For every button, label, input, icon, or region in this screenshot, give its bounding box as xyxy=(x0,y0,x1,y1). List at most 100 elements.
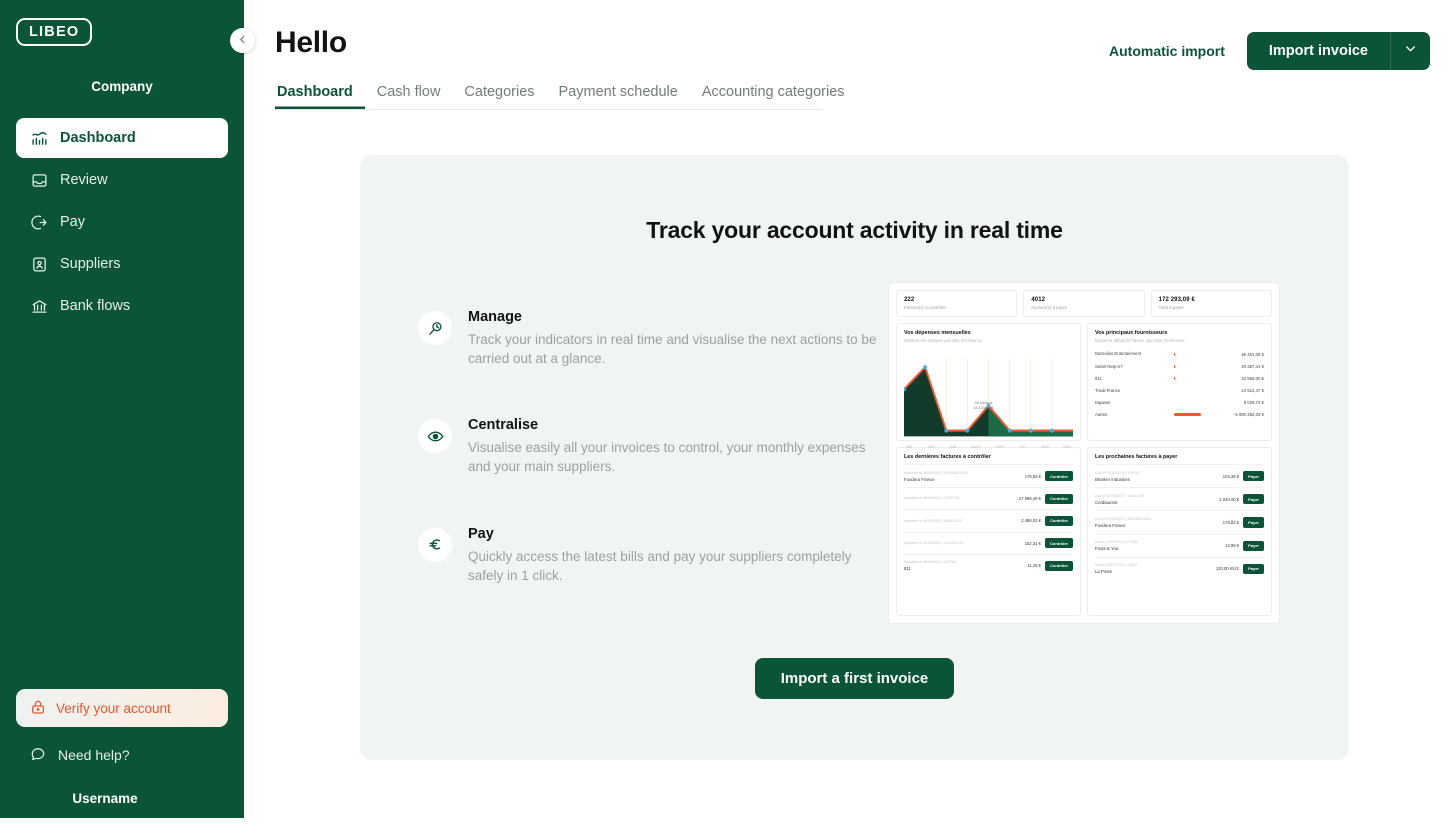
sidebar-item-dashboard[interactable]: Dashboard xyxy=(16,118,228,158)
feature-desc: Quickly access the latest bills and pay … xyxy=(468,548,852,583)
supplier-row: Selart Netp-n7 40 387,41 € xyxy=(1095,360,1264,372)
invoice-meta: Due le 11/07/2020 | C1383 Fruits & You xyxy=(1095,540,1221,551)
feature-title: Pay xyxy=(468,525,494,542)
sidebar-item-label: Review xyxy=(60,172,108,188)
supplier-bar xyxy=(1174,352,1201,356)
logo-wrap: LIBEO xyxy=(0,0,244,46)
invoice-meta: Importée le 06/08/2021 | 1014417191 xyxy=(904,541,1021,546)
invoice-amount: 104,35 € xyxy=(1222,473,1240,479)
sidebar-item-label: Bank flows xyxy=(60,298,131,314)
stat-value: 172 293,09 € xyxy=(1158,297,1195,303)
invoice-ref: Due le 10/12/2019 | 174709 xyxy=(1095,470,1140,475)
arrow-exit-icon xyxy=(30,213,48,231)
x-tick: AOÛT xyxy=(971,445,981,449)
invoice-meta: Due le 07/06/2019 | 987846521441 Foodera… xyxy=(1095,517,1219,528)
table-title: Les dernières factures à contrôler xyxy=(904,454,991,460)
supplier-name: Kapwee xyxy=(1095,399,1111,405)
control-button[interactable]: Contrôler xyxy=(1045,560,1073,571)
need-help-label: Need help? xyxy=(58,747,130,763)
sidebar-item-review[interactable]: Review xyxy=(16,160,228,200)
username-label[interactable]: Username xyxy=(0,791,244,806)
euro-icon xyxy=(418,527,452,562)
supplier-bar xyxy=(1174,389,1201,392)
control-button[interactable]: Contrôler xyxy=(1045,538,1073,549)
tab-accounting-categories[interactable]: Accounting categories xyxy=(690,84,857,109)
sidebar-collapse-button[interactable] xyxy=(230,28,255,53)
suppliers-title: Vos principaux fournisseurs xyxy=(1095,330,1168,336)
sidebar-item-suppliers[interactable]: Suppliers xyxy=(16,244,228,284)
preview-monthly-expenses-chart: Vos dépenses mensuelles Montant des fact… xyxy=(896,323,1081,449)
x-tick: JUIN xyxy=(926,445,935,449)
hero-cta-wrap: Import a first invoice xyxy=(360,658,1349,699)
supplier-name: Autres xyxy=(1095,412,1108,418)
x-tick: OCT xyxy=(1019,445,1027,449)
invoice-amount: 1 020,00 € xyxy=(1219,496,1240,502)
x-tick: JUIL xyxy=(949,445,957,449)
feature-desc: Visualise easily all your invoices to co… xyxy=(468,440,866,475)
control-button[interactable]: Contrôler xyxy=(1045,493,1073,504)
import-invoice-dropdown-button[interactable] xyxy=(1390,32,1430,70)
invoice-amount: 152,31 € xyxy=(1024,540,1041,546)
preview-stat-total: 172 293,09 € Total à payer xyxy=(1150,290,1272,317)
automatic-import-link[interactable]: Automatic import xyxy=(1109,43,1225,59)
import-invoice-button[interactable]: Import invoice xyxy=(1246,32,1390,70)
preview-stat-to-control: 222 Facture(s) à contrôler xyxy=(896,290,1018,317)
invoice-amount: 175,83 € xyxy=(1222,519,1240,525)
feature-list: Manage Track your indicators in real tim… xyxy=(418,282,878,624)
table-row: Due le 11/07/2020 | C1383 Fruits & You 1… xyxy=(1095,533,1264,557)
invoice-amount: 120,00 €/US xyxy=(1215,566,1240,572)
pay-button[interactable]: Payer xyxy=(1243,563,1264,574)
invoice-meta: Importée le 06/08/2021 | 987846521441 Fo… xyxy=(904,471,1021,482)
preview-middle-row: Vos dépenses mensuelles Montant des fact… xyxy=(896,323,1272,449)
supplier-row: Darnelius Entertainment 46 451,08 € xyxy=(1095,348,1264,360)
tab-categories[interactable]: Categories xyxy=(452,84,546,109)
preview-top-suppliers: Vos principaux fournisseurs Depuis le dé… xyxy=(1087,323,1272,441)
import-first-invoice-button[interactable]: Import a first invoice xyxy=(754,658,955,699)
feature-text: Pay Quickly access the latest bills and … xyxy=(468,526,878,585)
table-row: Due le 31/03/2017 | 1/0024199 Cordiauren… xyxy=(1095,487,1264,510)
pay-button[interactable]: Payer xyxy=(1243,540,1264,551)
invoice-ref: Importée le 06/08/2021 | AC2387 xyxy=(904,560,957,565)
feature-manage: Manage Track your indicators in real tim… xyxy=(418,309,878,368)
table-row: Importée le 06/08/2021 | 987846521441 Fo… xyxy=(904,464,1073,487)
dashboard-preview-image: 222 Facture(s) à contrôler 4012 Facture(… xyxy=(888,282,1280,624)
supplier-row: Trusk France 14 512,47 € xyxy=(1095,384,1264,396)
sidebar-item-bank-flows[interactable]: Bank flows xyxy=(16,286,228,326)
table-row: Importée le 06/08/2021 | 1014417191 152,… xyxy=(904,531,1073,554)
chart-plot: Ce mois-ci 15 133,80 € xyxy=(904,348,1073,444)
tab-payment-schedule[interactable]: Payment schedule xyxy=(547,84,690,109)
table-row: Due le 10/12/2019 | 174709 Bharker Indus… xyxy=(1095,464,1264,487)
chart-title: Vos dépenses mensuelles xyxy=(904,330,971,336)
preview-stats-row: 222 Facture(s) à contrôler 4012 Facture(… xyxy=(896,290,1272,317)
pay-button[interactable]: Payer xyxy=(1243,517,1264,528)
need-help-button[interactable]: Need help? xyxy=(16,737,228,773)
invoice-supplier: Foodera France xyxy=(1095,523,1126,529)
supplier-row: Autres -5 080 282,03 € xyxy=(1095,409,1264,421)
feature-desc: Track your indicators in real time and v… xyxy=(468,332,877,367)
invoice-meta: Importée le 06/08/2021 | AC2387 811 xyxy=(904,560,1023,571)
control-button[interactable]: Contrôler xyxy=(1045,470,1073,482)
pay-button[interactable]: Payer xyxy=(1243,494,1264,505)
invoice-meta: Due le 31/03/2017 | 1/0024199 Cordiauren… xyxy=(1095,494,1215,505)
supplier-name: 811 xyxy=(1095,375,1102,381)
eye-icon xyxy=(418,419,452,454)
top-actions: Automatic import Import invoice xyxy=(1109,26,1430,70)
supplier-amount: 46 451,08 € xyxy=(1241,351,1264,357)
control-button[interactable]: Contrôler xyxy=(1045,515,1073,527)
topbar: Hello Automatic import Import invoice xyxy=(244,0,1454,70)
invoice-ref: Due le 11/07/2020 | C1383 xyxy=(1095,540,1138,545)
company-name: Company xyxy=(91,79,153,94)
app-root: LIBEO Company Dashboard Review Pay Suppl… xyxy=(0,0,1454,836)
libeo-logo[interactable]: LIBEO xyxy=(16,18,93,46)
sidebar-item-pay[interactable]: Pay xyxy=(16,202,228,242)
chevron-left-icon xyxy=(237,32,248,50)
invoice-ref: Importée le 06/08/2021 | 1014417191 xyxy=(904,540,964,545)
supplier-amount: 40 387,41 € xyxy=(1241,363,1264,369)
lock-icon xyxy=(30,699,46,718)
tab-cash-flow[interactable]: Cash flow xyxy=(365,84,453,109)
tab-dashboard[interactable]: Dashboard xyxy=(275,84,365,109)
x-tick: MAI xyxy=(906,445,913,449)
verify-account-button[interactable]: Verify your account xyxy=(16,689,228,727)
sidebar-item-label: Pay xyxy=(60,214,85,230)
pay-button[interactable]: Payer xyxy=(1243,470,1264,482)
